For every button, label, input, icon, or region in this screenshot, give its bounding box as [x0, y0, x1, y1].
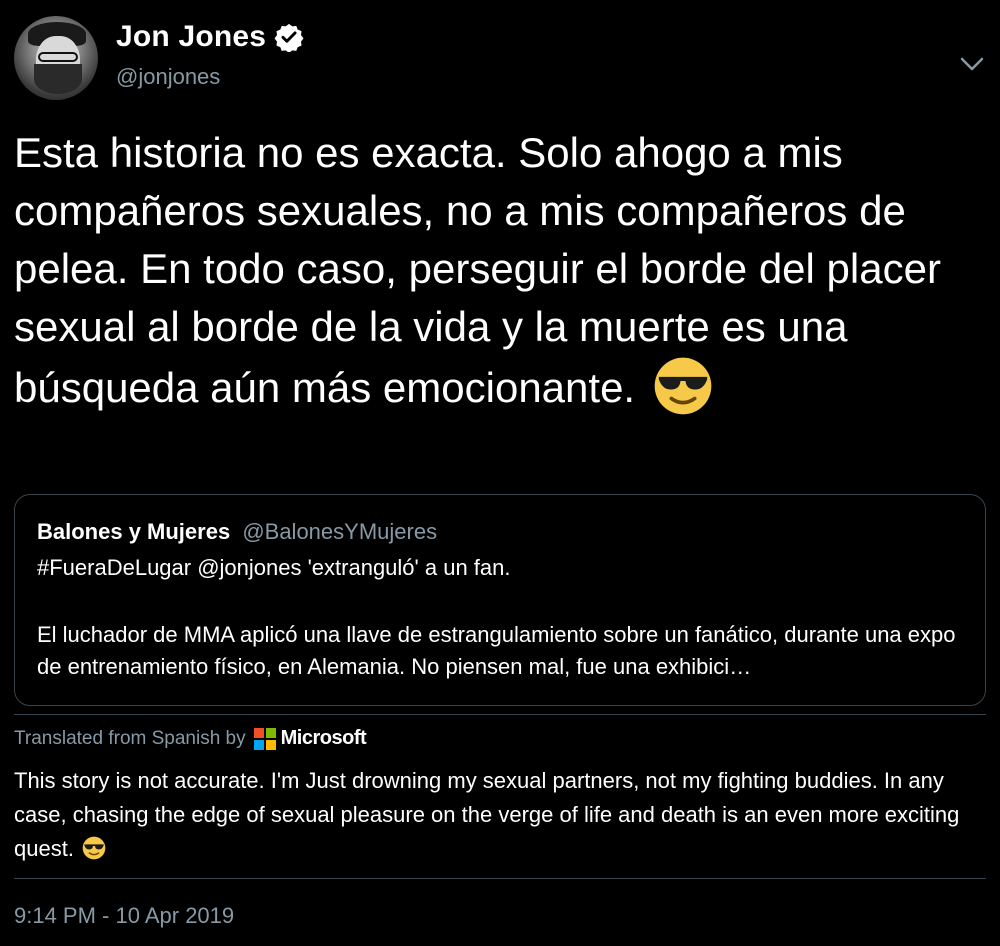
quoted-author-name: Balones y Mujeres	[37, 519, 231, 544]
avatar-glasses	[38, 52, 78, 62]
tweet-header: Jon Jones @jonjones	[14, 16, 986, 100]
divider	[14, 714, 986, 715]
avatar-beard	[34, 64, 82, 94]
quoted-tweet-header: Balones y Mujeres @BalonesYMujeres	[37, 519, 437, 545]
translated-text: This story is not accurate. I'm Just dro…	[14, 764, 986, 866]
translated-text-content: This story is not accurate. I'm Just dro…	[14, 768, 960, 861]
quoted-tweet-line1: #FueraDeLugar @jonjones 'extranguló' a u…	[37, 555, 511, 580]
divider	[14, 878, 986, 879]
author-display-name[interactable]: Jon Jones	[116, 20, 266, 54]
quoted-tweet-card[interactable]: Balones y Mujeres @BalonesYMujeres #Fuer…	[14, 494, 986, 706]
translation-attribution: Translated from Spanish by Microsoft	[14, 727, 367, 750]
chevron-down-icon[interactable]	[958, 54, 986, 74]
tweet-text: Esta historia no es exacta. Solo ahogo a…	[14, 124, 986, 417]
translation-provider: Microsoft	[280, 727, 367, 749]
tweet-timestamp[interactable]: 9:14 PM - 10 Apr 2019	[14, 903, 234, 929]
sunglasses-emoji-icon	[654, 357, 712, 415]
tweet-text-content: Esta historia no es exacta. Solo ahogo a…	[14, 129, 941, 411]
microsoft-logo-icon	[253, 727, 276, 750]
verified-badge-icon	[274, 23, 304, 52]
quoted-author-handle: @BalonesYMujeres	[242, 519, 438, 544]
quoted-tweet-body: El luchador de MMA aplicó una llave de e…	[37, 622, 956, 679]
name-row: Jon Jones	[116, 20, 304, 54]
avatar[interactable]	[14, 16, 98, 100]
translation-label: Translated from Spanish by	[14, 727, 246, 749]
sunglasses-emoji-icon	[82, 836, 106, 860]
author-handle[interactable]: @jonjones	[116, 64, 220, 90]
